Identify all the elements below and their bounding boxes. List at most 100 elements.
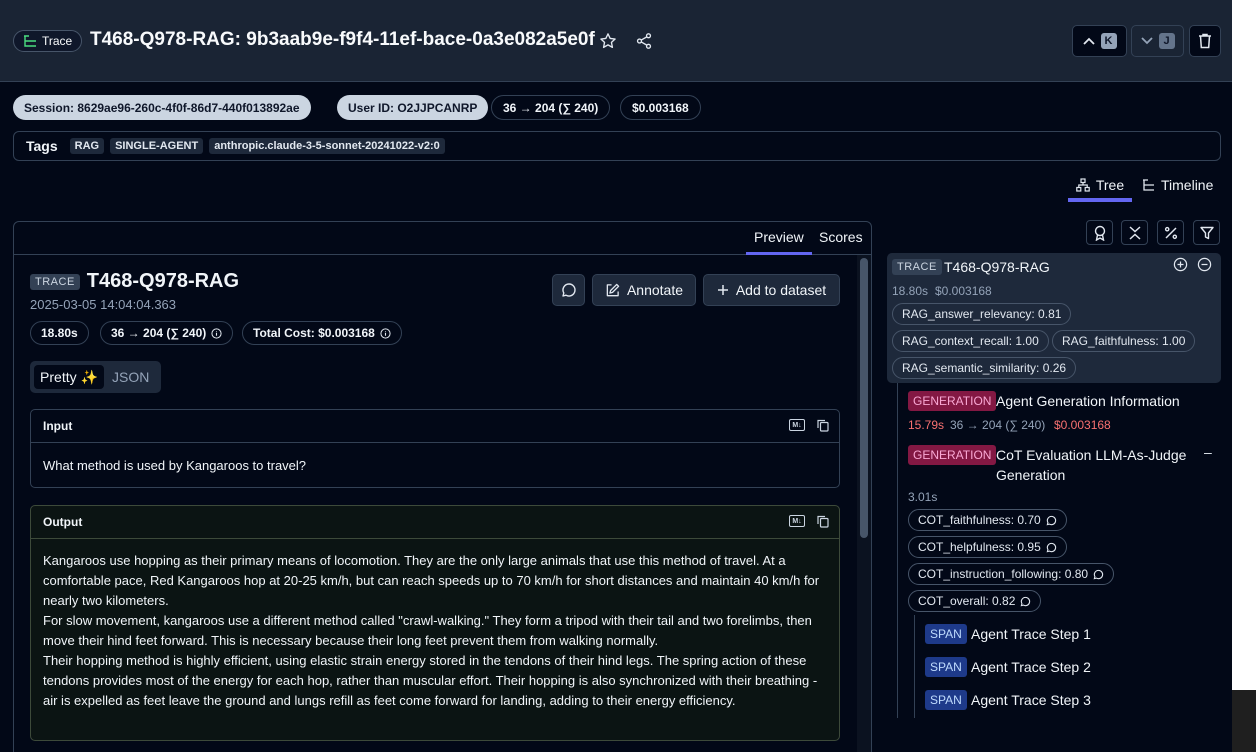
output-paragraph: Their hopping method is highly efficient… — [43, 653, 818, 708]
tab-preview[interactable]: Preview — [746, 229, 812, 255]
star-icon[interactable] — [597, 30, 619, 52]
window-edge-dark — [1232, 690, 1256, 752]
token-usage-chip: 36 → 204 (∑ 240) — [491, 95, 611, 120]
session-chip[interactable]: Session: 8629ae96-260c-4f0f-86d7-440f013… — [13, 95, 311, 120]
tab-tree[interactable]: Tree — [1068, 170, 1132, 201]
trace-pill-label: Trace — [42, 34, 73, 48]
format-toggle: Pretty ✨ JSON — [30, 361, 161, 393]
generation-badge: GENERATION — [908, 445, 997, 465]
tree-node-generation-2[interactable]: GENERATION CoT Evaluation LLM-As-Judge G… — [903, 444, 1221, 614]
collapse-node-icon[interactable]: – — [1204, 444, 1212, 460]
format-pretty[interactable]: Pretty ✨ — [34, 365, 104, 389]
cost-chip: $0.003168 — [620, 95, 701, 120]
next-trace-button[interactable]: J — [1131, 25, 1184, 57]
annotate-button[interactable]: Annotate — [592, 274, 696, 306]
comment-icon — [1093, 569, 1104, 580]
output-paragraph: Kangaroos use hopping as their primary m… — [43, 553, 820, 608]
share-icon[interactable] — [633, 30, 655, 52]
node-title: Agent Trace Step 3 — [971, 692, 1091, 708]
score-pill[interactable]: COT_helpfulness: 0.95 — [908, 536, 1067, 558]
input-header: Input M↓ — [31, 410, 839, 443]
score-pill[interactable]: RAG_faithfulness: 1.00 — [1052, 330, 1196, 352]
tokens-value: 36 → 204 (∑ 240) — [111, 326, 207, 340]
tree-node-span-2[interactable]: SPAN Agent Trace Step 2 — [922, 656, 1220, 680]
score-pill[interactable]: COT_instruction_following: 0.80 — [908, 563, 1115, 585]
user-id-chip[interactable]: User ID: O2JJPCANRP — [337, 95, 489, 120]
comment-icon — [1046, 542, 1057, 553]
tree-node-span-1[interactable]: SPAN Agent Trace Step 1 — [922, 623, 1220, 647]
fold-vertical-icon — [1128, 225, 1142, 241]
comment-icon — [1020, 596, 1031, 607]
output-paragraph: For slow movement, kangaroos use a diffe… — [43, 613, 812, 648]
percent-button[interactable] — [1157, 220, 1184, 245]
markdown-icon[interactable]: M↓ — [789, 515, 805, 527]
span-badge: SPAN — [925, 690, 967, 710]
tree-node-span-3[interactable]: SPAN Agent Trace Step 3 — [922, 689, 1220, 713]
copy-icon[interactable] — [817, 515, 829, 528]
score-pill[interactable]: RAG_answer_relevancy: 0.81 — [892, 303, 1072, 325]
delete-button[interactable] — [1189, 25, 1221, 57]
add-to-dataset-label: Add to dataset — [735, 282, 827, 298]
node-title: Agent Trace Step 2 — [971, 659, 1091, 675]
award-button[interactable] — [1086, 220, 1113, 245]
total-cost-value: Total Cost: $0.003168 — [253, 326, 375, 340]
tree-root-latency: 18.80s — [892, 284, 929, 298]
tree-connector — [897, 383, 898, 718]
tree-root-cost: $0.003168 — [935, 284, 992, 298]
markdown-icon[interactable]: M↓ — [789, 419, 805, 431]
tag-item[interactable]: SINGLE-AGENT — [110, 138, 204, 154]
list-tree-icon — [23, 35, 37, 47]
node-title: Agent Generation Information — [996, 393, 1180, 409]
generation-badge: GENERATION — [908, 391, 997, 411]
latency-value: 18.80s — [41, 326, 78, 340]
tree-node-generation-1[interactable]: GENERATION Agent Generation Information … — [903, 390, 1221, 434]
score-label: COT_helpfulness: 0.95 — [918, 540, 1041, 554]
chevron-up-icon — [1082, 37, 1095, 45]
add-to-dataset-button[interactable]: Add to dataset — [703, 274, 840, 306]
chevron-down-icon — [1140, 37, 1153, 45]
filter-button[interactable] — [1193, 220, 1220, 245]
tab-tree-label: Tree — [1095, 177, 1125, 193]
trace-type-pill: Trace — [13, 30, 83, 52]
tree-root-badge: TRACE — [892, 259, 942, 275]
collapse-icon[interactable] — [1197, 257, 1212, 272]
score-pill[interactable]: COT_faithfulness: 0.70 — [908, 509, 1067, 531]
tag-item[interactable]: anthropic.claude-3-5-sonnet-20241022-v2:… — [209, 138, 445, 154]
tab-scores[interactable]: Scores — [819, 229, 863, 245]
tag-item[interactable]: RAG — [69, 138, 105, 154]
trash-icon — [1198, 33, 1212, 49]
info-icon — [211, 327, 222, 339]
total-cost-pill[interactable]: Total Cost: $0.003168 — [242, 321, 402, 345]
tab-timeline[interactable]: Timeline — [1142, 170, 1213, 200]
collapse-all-button[interactable] — [1121, 220, 1148, 245]
tree-connector — [914, 615, 915, 718]
tree-root-title: T468-Q978-RAG — [944, 259, 1050, 275]
latency-pill: 18.80s — [30, 321, 89, 345]
tree-root-node[interactable]: TRACE T468-Q978-RAG 18.80s $0.003168 RAG… — [887, 253, 1221, 383]
comment-icon — [561, 282, 577, 298]
timestamp: 2025-03-05 14:04:04.363 — [30, 297, 177, 312]
input-label: Input — [43, 419, 73, 433]
tags-bar: Tags RAG SINGLE-AGENT anthropic.claude-3… — [13, 131, 1221, 161]
output-header: Output M↓ — [31, 506, 839, 539]
score-pill[interactable]: RAG_context_recall: 1.00 — [892, 330, 1049, 352]
score-pill[interactable]: RAG_semantic_similarity: 0.26 — [892, 357, 1077, 379]
comment-button[interactable] — [552, 274, 585, 306]
percent-icon — [1164, 226, 1178, 240]
copy-icon[interactable] — [817, 419, 829, 432]
detail-title: T468-Q978-RAG — [86, 270, 240, 292]
shortcut-key-k: K — [1100, 33, 1117, 49]
active-tab-indicator — [1068, 199, 1132, 202]
expand-icon[interactable] — [1173, 257, 1188, 272]
previous-trace-button[interactable]: K — [1072, 25, 1127, 57]
node-latency: 3.01s — [908, 490, 938, 504]
node-tokens: 36 → 204 (∑ 240) — [950, 418, 1046, 432]
scrollbar-thumb[interactable] — [860, 258, 868, 538]
format-json[interactable]: JSON — [112, 365, 149, 389]
filter-icon — [1199, 226, 1214, 240]
detail-panel: Preview Scores TRACE T468-Q978-RAG 2025-… — [13, 221, 872, 752]
node-title: Agent Trace Step 1 — [971, 626, 1091, 642]
edit-icon — [605, 283, 620, 298]
tokens-pill[interactable]: 36 → 204 (∑ 240) — [100, 321, 234, 345]
score-pill[interactable]: COT_overall: 0.82 — [908, 590, 1042, 612]
